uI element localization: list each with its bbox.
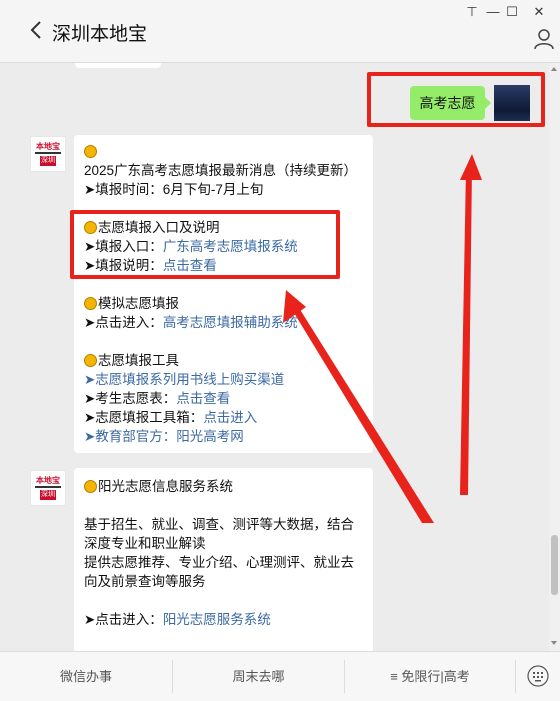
sun-icon	[84, 480, 97, 493]
tools-books-link[interactable]: ➤志愿填报系列用书线上购买渠道	[84, 370, 366, 389]
keyboard-toggle-icon[interactable]	[527, 665, 549, 687]
close-button[interactable]: ✕	[530, 4, 548, 20]
annotation-box-entry	[70, 210, 340, 279]
card2-desc2: 提供志愿推荐、专业介绍、心理测评、就业去向及前景查询等服务	[84, 555, 354, 589]
scroll-down-icon[interactable]	[551, 641, 557, 645]
menu-item-traffic-gaokao[interactable]: ≡ 免限行|高考	[345, 652, 515, 701]
menu-divider	[515, 660, 516, 693]
chat-title: 深圳本地宝	[52, 24, 148, 45]
menu-item-wechat-services[interactable]: 微信办事	[0, 652, 172, 701]
mock-row: ➤点击进入：高考志愿填报辅助系统	[84, 315, 298, 330]
scrollbar-thumb[interactable]	[551, 535, 558, 595]
previous-message-edge	[75, 63, 161, 68]
scrollbar[interactable]	[549, 63, 560, 651]
logo-text: 本地宝	[36, 476, 60, 485]
tools-title: 志愿填报工具	[84, 351, 366, 370]
chat-area[interactable]: 高考志愿 本地宝 深圳 2025广东高考志愿填报最新消息（持续更新） ➤填报时间…	[0, 63, 548, 651]
mock-link[interactable]: 高考志愿填报辅助系统	[163, 315, 298, 330]
mock-title: 模拟志愿填报	[84, 294, 366, 313]
message-card-1: 2025广东高考志愿填报最新消息（持续更新） ➤填报时间：6月下旬-7月上旬 志…	[74, 135, 373, 453]
bot-avatar[interactable]: 本地宝 深圳	[30, 470, 66, 506]
logo-sub: 深圳	[40, 156, 56, 166]
toolbox-row: ➤志愿填报工具箱：点击进入	[84, 410, 258, 425]
sun-icon	[84, 354, 97, 367]
sunshine-system-link[interactable]: 阳光志愿服务系统	[163, 612, 271, 627]
moe-official-link[interactable]: ➤教育部官方：阳光高考网	[84, 427, 366, 446]
annotation-box-my-message	[367, 72, 545, 127]
scroll-up-icon[interactable]	[551, 67, 557, 71]
minimize-button[interactable]: —	[484, 4, 502, 20]
card2-desc1: 基于招生、就业、调查、测评等大数据，结合深度专业和职业解读	[84, 517, 354, 551]
profile-icon[interactable]	[533, 28, 555, 50]
maximize-button[interactable]: ☐	[503, 4, 521, 20]
toolbox-link[interactable]: 点击进入	[203, 410, 257, 425]
pin-icon[interactable]: ⊤	[463, 4, 481, 20]
card2-enter-row: ➤点击进入：阳光志愿服务系统	[84, 612, 271, 627]
title-bar: 深圳本地宝 ⊤ — ☐ ✕	[0, 0, 560, 63]
bottom-menu: 微信办事 周末去哪 ≡ 免限行|高考	[0, 651, 560, 701]
menu-item-weekend[interactable]: 周末去哪	[173, 652, 344, 701]
logo-text: 本地宝	[36, 142, 60, 151]
card1-title: 2025广东高考志愿填报最新消息（持续更新）	[84, 142, 366, 180]
tools-form-row: ➤考生志愿表：点击查看	[84, 391, 231, 406]
card2-title: 阳光志愿信息服务系统	[84, 477, 366, 496]
sun-icon	[84, 297, 97, 310]
bot-avatar[interactable]: 本地宝 深圳	[30, 136, 66, 172]
message-card-2: 阳光志愿信息服务系统 基于招生、就业、调查、测评等大数据，结合深度专业和职业解读…	[74, 468, 373, 651]
sun-icon	[84, 145, 97, 158]
logo-sub: 深圳	[40, 490, 56, 500]
tools-form-link[interactable]: 点击查看	[176, 391, 230, 406]
logo-divider	[35, 152, 61, 154]
logo-divider	[35, 486, 61, 488]
back-arrow-icon[interactable]	[30, 20, 42, 40]
card1-time: ➤填报时间：6月下旬-7月上旬	[84, 182, 264, 197]
